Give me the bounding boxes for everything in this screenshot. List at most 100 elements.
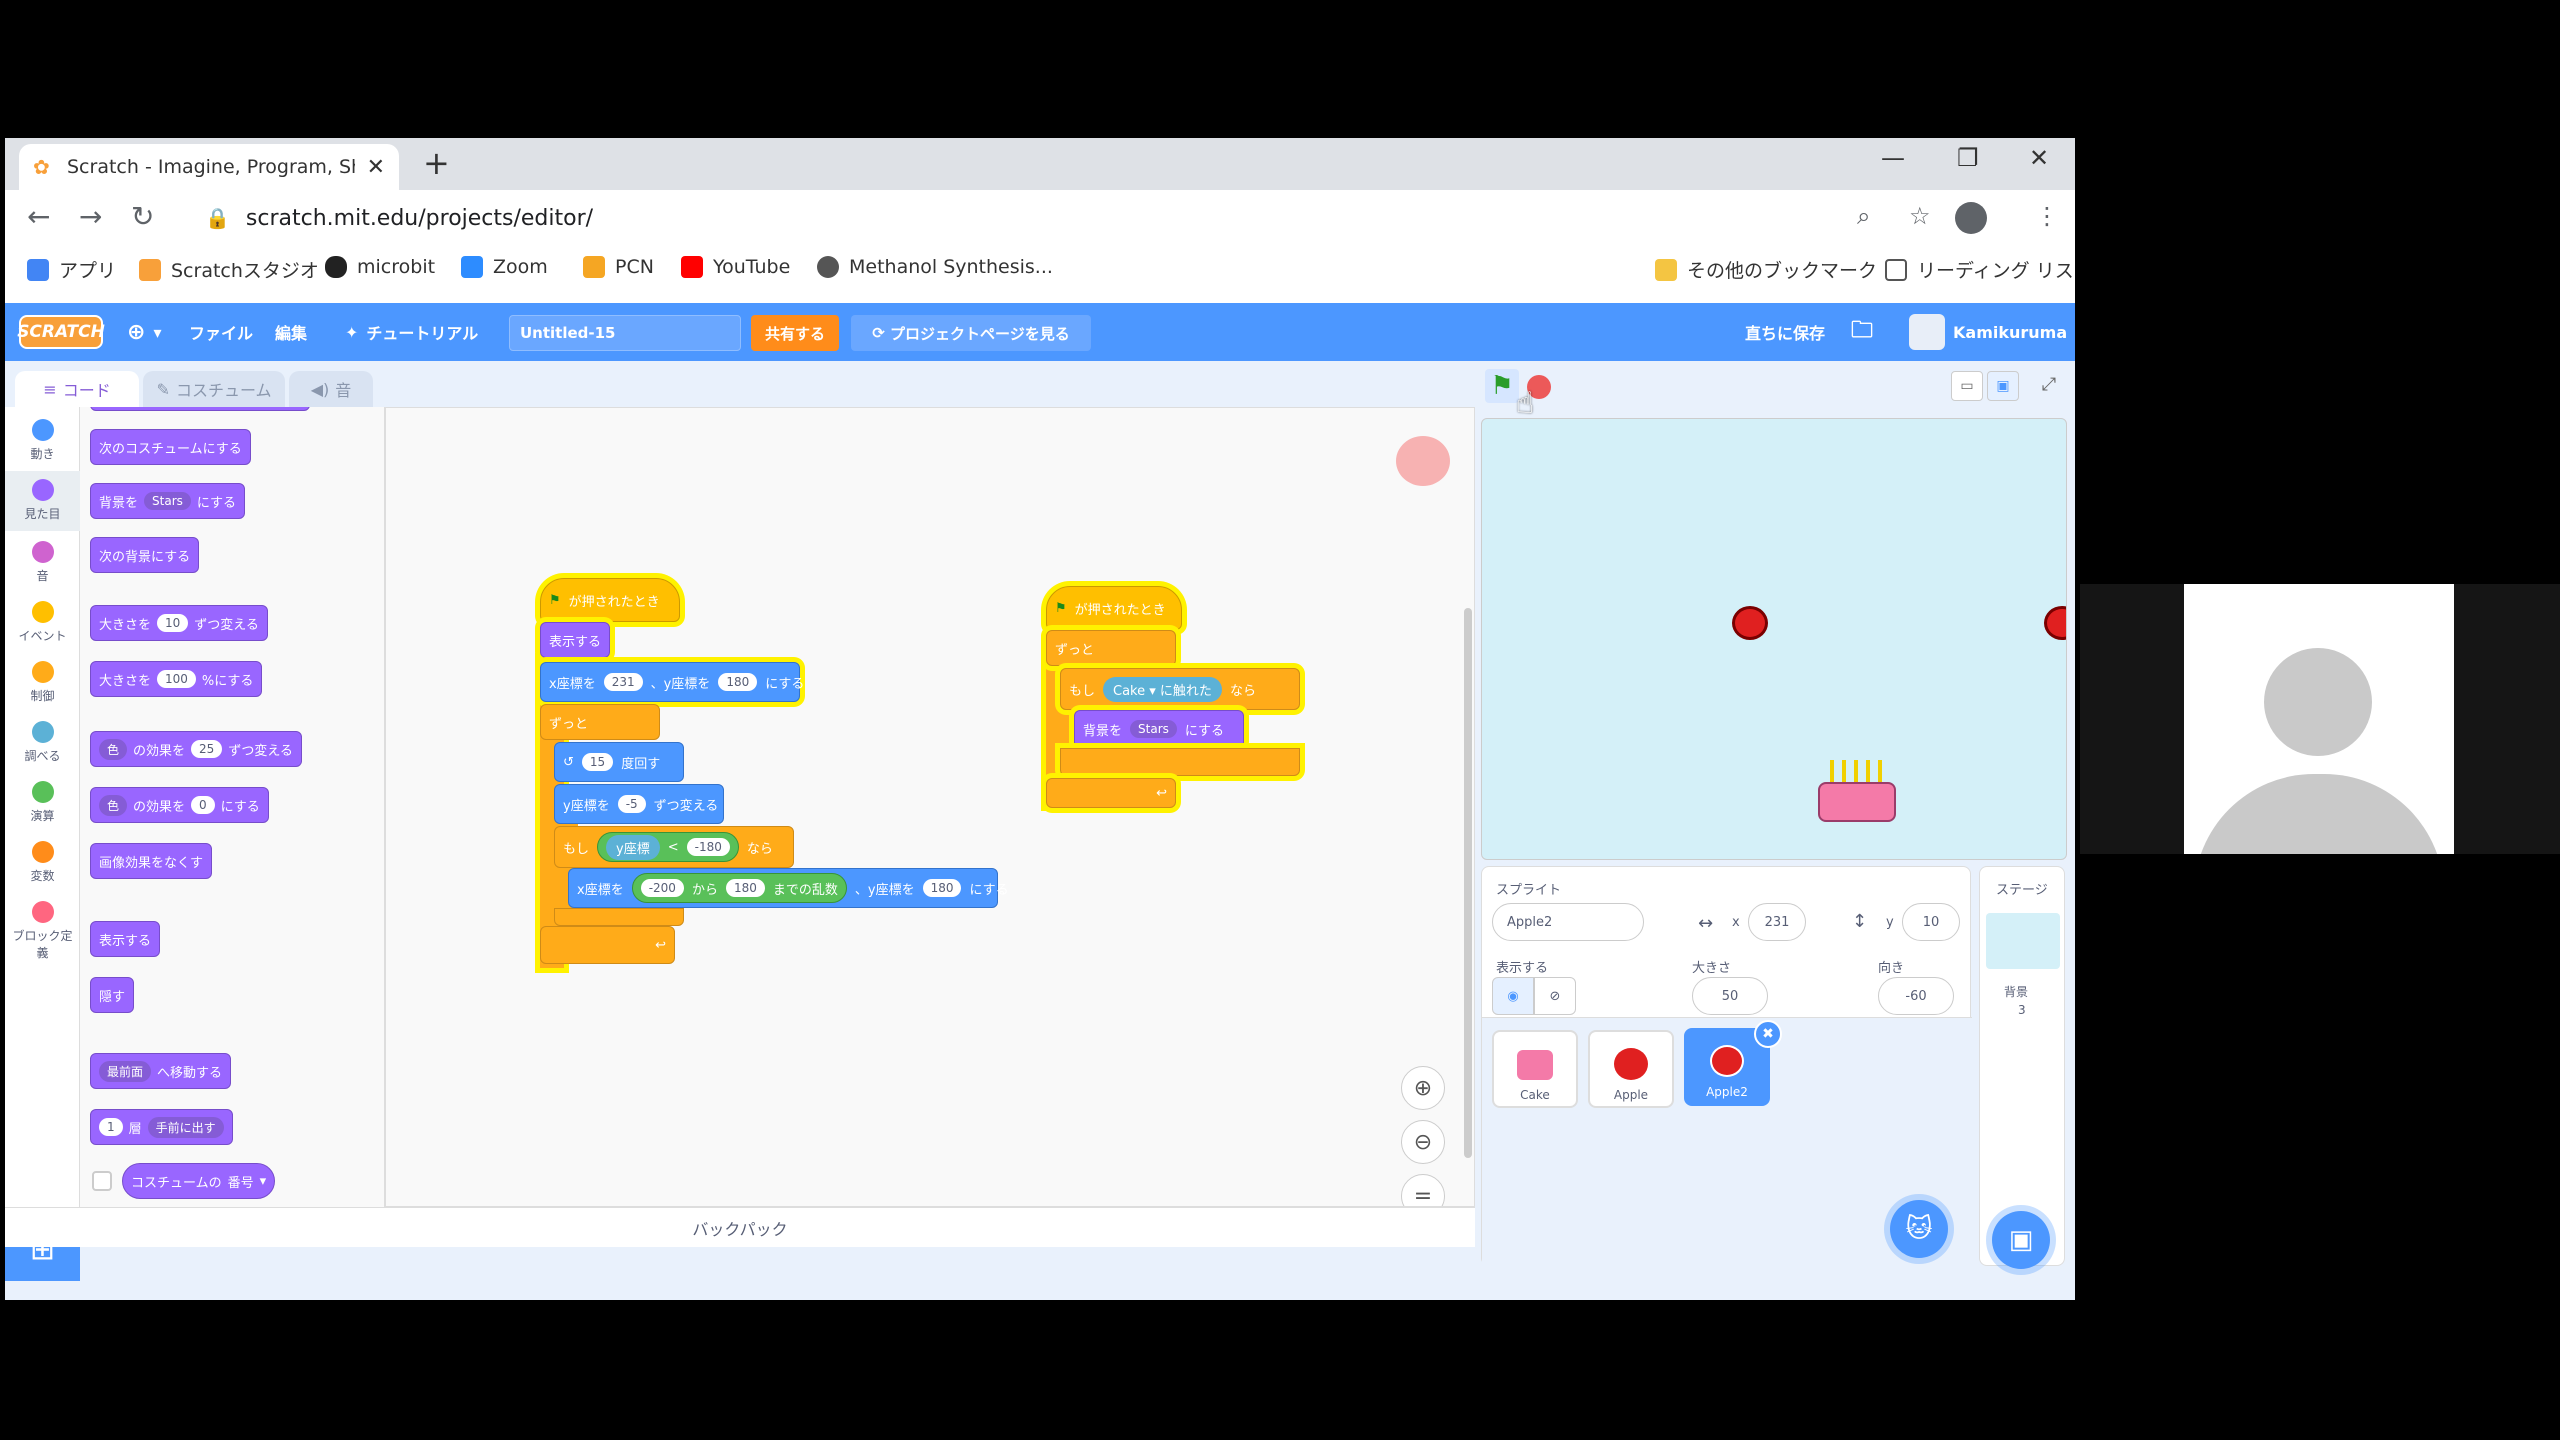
palette-set-effect[interactable]: 色の効果を 0 にする (90, 787, 269, 823)
back-icon[interactable]: ← (27, 200, 50, 233)
zoom-out-button[interactable]: ⊖ (1401, 1120, 1445, 1164)
script2-if[interactable]: もし Cake ▾ に触れた なら (1060, 668, 1300, 710)
bookmark-star-icon[interactable]: ☆ (1909, 202, 1931, 230)
random-operator[interactable]: -200 から 180 までの乱数 (631, 873, 847, 903)
palette-switch-backdrop[interactable]: 背景を Stars にする (90, 483, 246, 519)
script1-when-flag-hat[interactable]: ⚑ が押されたとき (540, 578, 680, 622)
sprite-name-input[interactable]: Apple2 (1492, 903, 1644, 941)
less-than-operator[interactable]: y座標 < -180 (597, 832, 739, 862)
script2-switch-backdrop[interactable]: 背景を Stars にする (1074, 710, 1244, 748)
script1-show[interactable]: 表示する (540, 622, 610, 658)
reading-list[interactable]: リーディング リスト (1885, 256, 2075, 283)
choose-backdrop-button[interactable]: ▣ (1992, 1211, 2050, 1269)
other-bookmarks[interactable]: その他のブックマーク (1655, 256, 1877, 283)
profile-avatar-icon[interactable] (1955, 202, 1987, 234)
stage-sprite-apple2[interactable] (2044, 606, 2066, 640)
category-looks[interactable]: 見た目 (5, 471, 80, 531)
costume-reporter-checkbox[interactable] (92, 1171, 112, 1191)
palette-hide[interactable]: 隠す (90, 977, 135, 1013)
tab-costumes[interactable]: ✎ コスチューム (143, 371, 285, 407)
delete-sprite-button[interactable]: ✖ (1754, 1020, 1782, 1048)
browser-menu-icon[interactable]: ⋮ (2035, 202, 2059, 230)
bookmark-zoom[interactable]: Zoom (461, 256, 548, 278)
script1-change-y[interactable]: y座標を -5 ずつ変える (554, 784, 724, 824)
direction-input[interactable]: -60 (1878, 977, 1954, 1015)
category-variables[interactable]: 変数 (5, 841, 80, 884)
close-tab-icon[interactable]: ✕ (367, 155, 385, 180)
green-flag-button[interactable]: ⚑ (1485, 369, 1519, 403)
small-stage-button[interactable]: ▭ (1951, 371, 1983, 401)
palette-change-size[interactable]: 大きさを 10 ずつ変える (90, 605, 268, 641)
category-sensing[interactable]: 調べる (5, 721, 80, 764)
scratch-logo[interactable]: SCRATCH (17, 315, 105, 349)
user-menu[interactable]: Kamikuruma▾ (1909, 303, 2075, 361)
touching-sensor[interactable]: Cake ▾ に触れた (1103, 676, 1222, 702)
url-field[interactable]: 🔒 scratch.mit.edu/projects/editor/ (185, 196, 1925, 240)
fullscreen-button[interactable]: ⤢ (2033, 371, 2065, 401)
script1-goto-xy[interactable]: x座標を 231 、y座標を 180 にする (540, 662, 804, 702)
forward-icon[interactable]: → (79, 200, 102, 233)
category-control[interactable]: 制御 (5, 661, 80, 704)
language-menu[interactable]: ⊕ ▾ (127, 303, 161, 361)
palette-change-effect[interactable]: 色の効果を 25 ずつ変える (90, 731, 302, 767)
stage-sprite-cake[interactable] (1812, 754, 1902, 824)
file-menu[interactable]: ファイル (189, 303, 253, 361)
bookmark-methanol[interactable]: Methanol Synthesis... (817, 256, 1053, 278)
script1-forever[interactable]: ずっと (540, 704, 660, 740)
script1-goto-random[interactable]: x座標を -200 から 180 までの乱数 、y座標を 180 にする (568, 868, 1009, 908)
palette-go-layers[interactable]: 1 層手前に出す (90, 1109, 233, 1145)
save-now-button[interactable]: 直ちに保存 (1745, 303, 1825, 361)
bookmark-pcn[interactable]: PCN (583, 256, 654, 278)
category-my-blocks[interactable]: ブロック定義 (5, 901, 80, 961)
close-window-icon[interactable]: ✕ (2029, 144, 2049, 172)
code-scrollbar[interactable] (1464, 608, 1472, 1158)
show-hidden-button[interactable]: ⊘ (1534, 977, 1576, 1015)
sprite-thumb-cake[interactable]: Cake (1492, 1030, 1578, 1108)
minimize-icon[interactable]: — (1881, 144, 1905, 172)
browser-tab[interactable]: ✿ Scratch - Imagine, Program, Shar ✕ (19, 144, 399, 190)
palette-go-to-layer[interactable]: 最前面 へ移動する (90, 1053, 232, 1089)
script1-if[interactable]: もし y座標 < -180 なら (554, 826, 794, 868)
stage-sprite-apple[interactable] (1732, 606, 1768, 640)
bookmark-microbit[interactable]: microbit (325, 256, 435, 278)
zoom-reset-button[interactable]: = (1401, 1174, 1445, 1206)
bookmark-youtube[interactable]: YouTube (681, 256, 790, 278)
x-input[interactable]: 231 (1748, 903, 1806, 941)
category-operators[interactable]: 演算 (5, 781, 80, 824)
script2-when-flag-hat[interactable]: ⚑ が押されたとき (1046, 586, 1182, 630)
normal-stage-button[interactable]: ▣ (1987, 371, 2019, 401)
reload-icon[interactable]: ↻ (131, 200, 154, 233)
share-button[interactable]: 共有する (751, 315, 839, 351)
sprite-thumb-apple[interactable]: Apple (1588, 1030, 1674, 1108)
palette-block-partial[interactable] (90, 407, 310, 411)
tutorial-menu[interactable]: ✦ チュートリアル (345, 303, 478, 361)
palette-set-size[interactable]: 大きさを 100 %にする (90, 661, 263, 697)
category-motion[interactable]: 動き (5, 419, 80, 462)
code-area[interactable]: ⚑ が押されたとき 表示する x座標を 231 、y座標を 180 にする ずっと ↺ 15… (385, 407, 1475, 1207)
category-events[interactable]: イベント (5, 601, 80, 644)
palette-costume-reporter[interactable]: コスチュームの 番号 ▾ (122, 1163, 276, 1199)
zoom-in-button[interactable]: ⊕ (1401, 1066, 1445, 1110)
script1-turn[interactable]: ↺ 15 度回す (554, 742, 684, 782)
tab-code[interactable]: ≡ コード (15, 371, 139, 407)
palette-clear-effects[interactable]: 画像効果をなくす (90, 843, 213, 879)
see-project-page-button[interactable]: ⟳ プロジェクトページを見る (851, 315, 1091, 351)
new-tab-icon[interactable]: + (423, 146, 450, 180)
y-input[interactable]: 10 (1902, 903, 1960, 941)
my-stuff-folder-icon[interactable]: 🗀 (1851, 303, 1873, 361)
backdrop-dropdown[interactable]: Stars (144, 492, 191, 510)
bookmark-scratch-studio[interactable]: Scratchスタジオ (139, 256, 319, 283)
category-sound[interactable]: 音 (5, 541, 80, 584)
choose-sprite-button[interactable]: 🐱 (1890, 1200, 1948, 1258)
palette-next-costume[interactable]: 次のコスチュームにする (90, 429, 251, 465)
stage-target-panel[interactable]: ステージ 背景 3 ▣ (1979, 866, 2065, 1269)
edit-menu[interactable]: 編集 (275, 303, 307, 361)
zoom-lens-icon[interactable]: ⌕ (1857, 202, 1870, 230)
backpack[interactable]: バックパック (5, 1207, 1475, 1247)
script2-forever[interactable]: ずっと (1046, 630, 1176, 666)
restore-icon[interactable]: ❐ (1957, 144, 1979, 172)
palette-show[interactable]: 表示する (90, 921, 161, 957)
project-title-input[interactable]: Untitled-15 (509, 315, 741, 351)
show-visible-button[interactable]: ◉ (1492, 977, 1534, 1015)
stage[interactable] (1481, 418, 2067, 860)
